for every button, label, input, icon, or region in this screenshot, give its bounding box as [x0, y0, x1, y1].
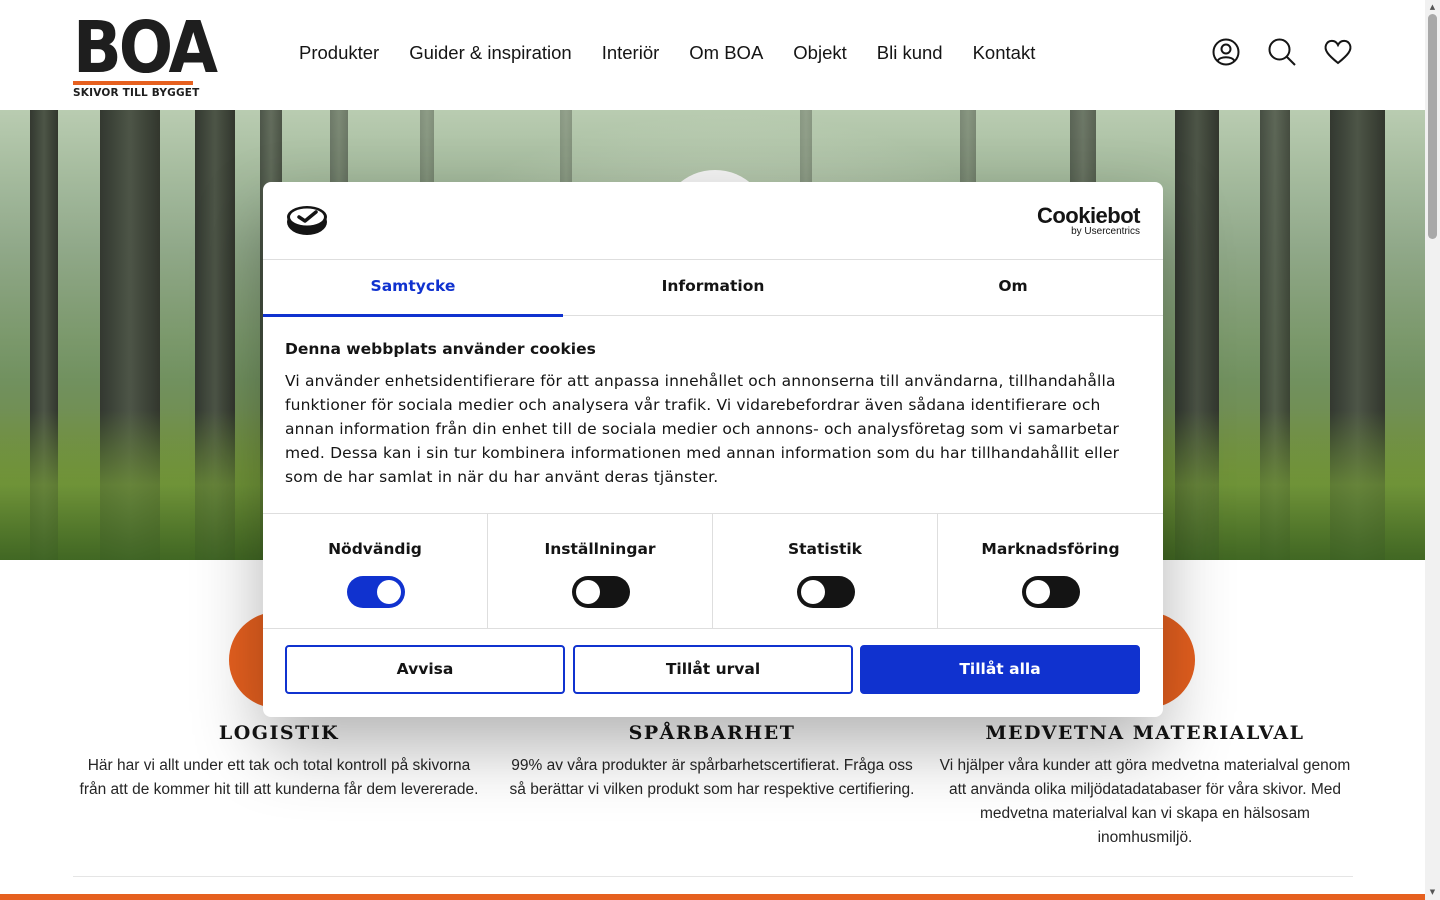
cookiebot-brand[interactable]: Cookiebot by Usercentrics — [1036, 203, 1141, 237]
scroll-up-icon[interactable]: ▲ — [1428, 3, 1437, 11]
dialog-tabs: Samtycke Information Om — [263, 260, 1163, 317]
tab-information[interactable]: Information — [563, 260, 863, 316]
category-statistik: Statistik — [713, 514, 938, 629]
cookiebot-name: Cookiebot — [1036, 203, 1141, 228]
scroll-thumb[interactable] — [1428, 14, 1437, 239]
allow-all-button[interactable]: Tillåt alla — [860, 645, 1140, 694]
category-label: Marknadsföring — [981, 540, 1120, 558]
dialog-header: Cookiebot by Usercentrics — [263, 182, 1163, 260]
category-marknadsforing: Marknadsföring — [938, 514, 1163, 629]
category-label: Inställningar — [544, 540, 656, 558]
cookie-consent-dialog: Cookiebot by Usercentrics Samtycke Infor… — [263, 182, 1163, 717]
page-scrollbar[interactable]: ▲ ▼ — [1425, 0, 1440, 900]
category-nodvandig: Nödvändig — [263, 514, 488, 629]
dialog-heading: Denna webbplats använder cookies — [285, 340, 596, 358]
dialog-body-text: Vi använder enhetsidentifierare för att … — [285, 372, 1120, 486]
toggle-installningar[interactable] — [572, 576, 630, 608]
cookiebot-logo-icon — [285, 204, 329, 236]
deny-button[interactable]: Avvisa — [285, 645, 565, 694]
category-label: Statistik — [787, 540, 862, 558]
category-installningar: Inställningar — [488, 514, 713, 629]
allow-selection-button[interactable]: Tillåt urval — [573, 645, 853, 694]
category-label: Nödvändig — [328, 540, 422, 558]
cookiebot-subtitle: by Usercentrics — [1071, 226, 1140, 237]
toggle-nodvandig[interactable] — [347, 576, 405, 608]
tab-samtycke[interactable]: Samtycke — [263, 260, 563, 317]
toggle-marknadsforing[interactable] — [1022, 576, 1080, 608]
tab-om[interactable]: Om — [863, 260, 1163, 316]
consent-categories: Nödvändig Inställningar Statistik Markna… — [263, 513, 1163, 629]
scroll-down-icon[interactable]: ▼ — [1428, 888, 1437, 896]
toggle-statistik[interactable] — [797, 576, 855, 608]
